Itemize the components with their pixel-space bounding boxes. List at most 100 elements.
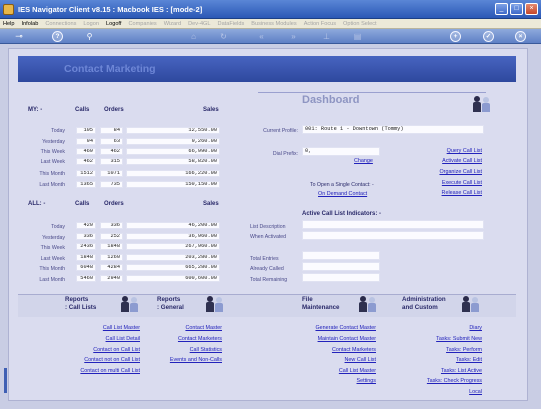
menu-connections: Connections: [45, 20, 77, 27]
menu-bar: Help Infolab Connections Logon Logoff Co…: [0, 19, 541, 29]
title-bar: IES Navigator Client v8.15 : Macbook IES…: [0, 0, 541, 19]
orders-value: 735: [100, 181, 123, 188]
calls-value: 1512: [76, 170, 96, 177]
file-maintenance-heading: File Maintenance: [302, 296, 339, 312]
new-call-list-link[interactable]: New Call List: [280, 357, 376, 363]
call-statistics-link[interactable]: Call Statistics: [140, 347, 222, 353]
call-list-detail-link[interactable]: Call List Detail: [40, 336, 140, 342]
tasks-edit-link[interactable]: Tasks: Edit: [400, 357, 482, 363]
save-icon[interactable]: ▤: [352, 31, 363, 42]
menu-infolab[interactable]: Infolab: [22, 21, 39, 27]
orders-value: 336: [100, 222, 123, 229]
help-icon[interactable]: ?: [52, 31, 63, 42]
calls-value: 94: [76, 138, 96, 145]
row-label: Last Month: [39, 277, 65, 283]
users-icon: [206, 296, 224, 313]
search-icon[interactable]: ⚲: [84, 31, 95, 42]
tasks-submit-new-link[interactable]: Tasks: Submit New: [400, 336, 482, 342]
maintain-contact-master-link[interactable]: Maintain Contact Master: [280, 336, 376, 342]
on-demand-contact-link[interactable]: On Demand Contact: [318, 191, 367, 197]
key-icon[interactable]: ⊸: [8, 31, 30, 42]
cancel-icon[interactable]: ×: [515, 31, 526, 42]
group-subtitle: : General: [157, 304, 184, 311]
contact-marketers-link[interactable]: Contact Marketers: [140, 336, 222, 342]
sales-value: 203,280.00: [126, 254, 220, 261]
reports-call-lists-heading: Reports : Call Lists: [65, 296, 96, 312]
menu-companies: Companies: [128, 20, 157, 27]
add-icon[interactable]: +: [450, 31, 461, 42]
call-list-master-link[interactable]: Call List Master: [280, 368, 376, 374]
sales-value: 46,200.00: [126, 222, 220, 229]
home-icon[interactable]: ⌂: [188, 31, 199, 42]
dial-prefix-field[interactable]: 0,: [302, 147, 380, 156]
dial-prefix-label: Dial Prefix:: [272, 151, 298, 157]
orders-value: 315: [100, 158, 123, 165]
contact-on-multi-call-list-link[interactable]: Contact on multi Call List: [40, 368, 140, 374]
calls-value: 1365: [76, 181, 96, 188]
my-col-orders: Orders: [104, 107, 124, 113]
row-label: This Week: [40, 149, 65, 155]
call-list-master-link[interactable]: Call List Master: [40, 325, 140, 331]
fast-forward-icon[interactable]: »: [288, 31, 299, 42]
users-icon: [462, 296, 480, 313]
confirm-icon[interactable]: ✓: [483, 31, 494, 42]
pin-icon[interactable]: ⊥: [321, 31, 332, 42]
refresh-icon[interactable]: ↻: [218, 31, 229, 42]
menu-option-select: Option Select: [343, 20, 377, 27]
rewind-icon[interactable]: «: [256, 31, 267, 42]
row-label: Last Week: [40, 256, 65, 262]
menu-wizard: Wizard: [163, 20, 182, 27]
orders-value: 1260: [100, 254, 123, 261]
row-label: Last Month: [39, 182, 65, 188]
menu-help[interactable]: Help: [3, 21, 15, 27]
contact-marketers-link[interactable]: Contact Marketers: [280, 347, 376, 353]
menu-datafields: DataFields: [217, 20, 245, 27]
sales-value: 66,990.00: [126, 148, 220, 155]
change-link[interactable]: Change: [354, 158, 373, 164]
tasks-list-active-link[interactable]: Tasks: List Active: [400, 368, 482, 374]
menu-logoff[interactable]: Logoff: [106, 21, 121, 27]
organize-call-list-link[interactable]: Organize Call List: [400, 169, 482, 175]
execute-call-list-link[interactable]: Execute Call List: [400, 180, 482, 186]
group-title: Reports: [157, 296, 181, 303]
sales-value: 600,600.00: [126, 275, 220, 282]
tasks-check-progress-link[interactable]: Tasks: Check Progress: [400, 378, 482, 384]
tasks-perform-link[interactable]: Tasks: Perform: [400, 347, 482, 353]
activate-call-list-link[interactable]: Activate Call List: [400, 158, 482, 164]
events-and-non-calls-link[interactable]: Events and Non-Calls: [140, 357, 222, 363]
orders-value: 2940: [100, 275, 123, 282]
contact-not-on-call-list-link[interactable]: Contact not on Call List: [40, 357, 140, 363]
contact-on-call-list-link[interactable]: Contact on Call List: [40, 347, 140, 353]
local-link[interactable]: Local: [400, 389, 482, 395]
menu-logon: Logon: [83, 20, 99, 27]
users-icon: [359, 296, 377, 313]
orders-value: 252: [100, 233, 123, 240]
group-subtitle: : Call Lists: [65, 304, 97, 311]
group-title: Administration: [402, 296, 446, 303]
minimize-button[interactable]: _: [495, 3, 508, 15]
orders-value: 1848: [100, 243, 123, 250]
diary-link[interactable]: Diary: [400, 325, 482, 331]
group-title: Reports: [65, 296, 89, 303]
query-call-list-link[interactable]: Query Call List: [400, 148, 482, 154]
generate-contact-master-link[interactable]: Generate Contact Master: [280, 325, 376, 331]
total-remaining-field: [302, 273, 380, 282]
maximize-button[interactable]: □: [510, 3, 523, 15]
calls-value: 6048: [76, 264, 96, 271]
row-label: This Month: [39, 171, 65, 177]
calls-value: 420: [76, 222, 96, 229]
dashboard-title: Dashboard: [302, 94, 360, 106]
contact-master-link[interactable]: Contact Master: [140, 325, 222, 331]
settings-link[interactable]: Settings: [280, 378, 376, 384]
my-stats-heading: MY: -: [28, 107, 43, 113]
current-profile-field[interactable]: 001: Route 1 - Downtown (Tommy): [302, 125, 484, 134]
toolbar: ⊸ ? ⚲ ⌂ ↻ « » ⊥ ▤ + ✓ ×: [0, 29, 541, 44]
calls-value: 469: [76, 148, 96, 155]
group-title: File: [302, 296, 313, 303]
release-call-list-link[interactable]: Release Call List: [400, 190, 482, 196]
sales-value: 267,960.00: [126, 243, 220, 250]
app-icon: [3, 4, 14, 15]
close-button[interactable]: ×: [525, 3, 538, 15]
sales-value: 36,960.00: [126, 233, 220, 240]
when-activated-field: [302, 231, 484, 240]
